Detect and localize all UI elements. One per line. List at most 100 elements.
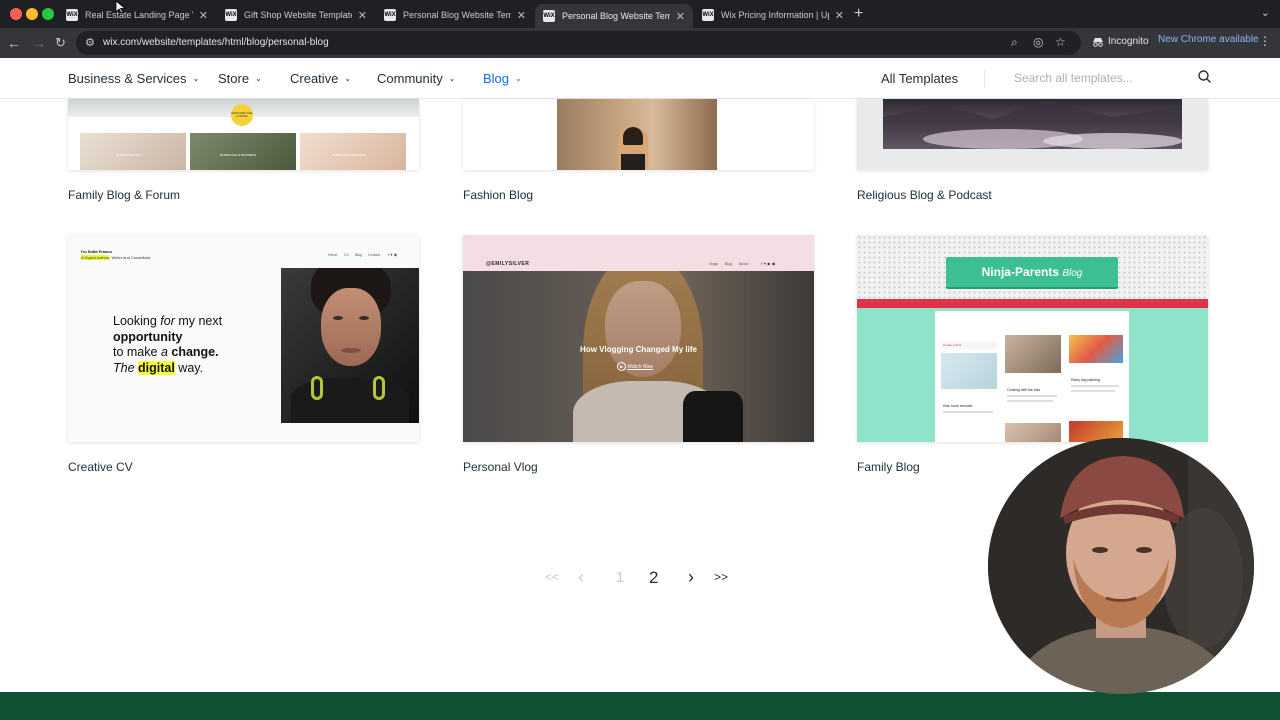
browser-tab[interactable]: WiX Personal Blog Website Templ ✕ [376, 4, 534, 26]
tab-label: Real Estate Landing Page We [85, 10, 193, 20]
address-bar[interactable]: ⚙ wix.com/website/templates/html/blog/pe… [76, 31, 1081, 55]
nav-label: Blog [483, 71, 510, 86]
all-templates-link[interactable]: All Templates [881, 71, 958, 86]
first-page-button[interactable]: << [545, 570, 559, 584]
close-tab-icon[interactable]: ✕ [358, 9, 367, 22]
nav-divider [984, 70, 985, 88]
close-tab-icon[interactable]: ✕ [199, 9, 208, 22]
vlog-nav-link: Vlogs [709, 262, 718, 266]
forum-tile-label: PARENTING TIPS [116, 153, 141, 157]
template-title[interactable]: Religious Blog & Podcast [857, 188, 992, 202]
vlog-headline: How Vlogging Changed My life [580, 345, 697, 354]
chevron-down-icon: ⌄ [344, 74, 352, 83]
wix-favicon-icon: WiX [225, 9, 237, 21]
vlog-watch-button: ▶ Watch Now [617, 362, 653, 371]
incognito-icon [1093, 37, 1103, 47]
next-page-button[interactable]: › [688, 567, 694, 588]
webcam-overlay [988, 438, 1254, 694]
post-title: Cooking with the kids [1007, 388, 1041, 392]
template-title[interactable]: Family Blog [857, 460, 920, 474]
mouse-cursor-icon [115, 0, 127, 14]
tab-label: Personal Blog Website Templ [562, 11, 670, 21]
reload-icon[interactable]: ↻ [55, 34, 66, 52]
footer-banner [0, 692, 1280, 720]
tab-label: Gift Shop Website Template | [244, 10, 352, 20]
close-tab-icon[interactable]: ✕ [517, 9, 526, 22]
incognito-label: Incognito [1108, 36, 1149, 47]
previous-page-button[interactable]: ‹ [578, 567, 584, 588]
forum-badge: EXPLORE THE FORUM [231, 104, 253, 126]
nav-community[interactable]: Community ⌄ [377, 71, 455, 86]
nav-store[interactable]: Store ⌄ [218, 71, 262, 86]
browser-toolbar: ← → ↻ ⚙ wix.com/website/templates/html/b… [0, 28, 1280, 58]
forum-tile-label: PARENTING & BUSINESS [220, 153, 257, 157]
presenter-video-image [988, 438, 1254, 694]
template-thumbnail-creative-cv[interactable]: I'm Sofia Franco A Digital Activist, Wri… [68, 235, 419, 442]
template-thumbnail-personal-vlog[interactable]: @EMILYSILVER Vlogs Blog About f ✦ ▶ ◉ Ho… [463, 235, 814, 442]
template-thumbnail-family-forum[interactable]: EXPLORE THE FORUM PARENTING TIPS PARENTI… [68, 99, 419, 170]
vlog-social-icons: f ✦ ▶ ◉ [761, 261, 776, 266]
nav-label: Store [218, 71, 250, 86]
template-thumbnail-fashion-blog[interactable] [463, 99, 814, 170]
template-title[interactable]: Personal Vlog [463, 460, 538, 474]
nav-business-services[interactable]: Business & Services ⌄ [68, 71, 199, 86]
nav-creative[interactable]: Creative ⌄ [290, 71, 351, 86]
update-chrome-button[interactable]: New Chrome available [1158, 34, 1259, 45]
play-icon: ▶ [617, 362, 626, 371]
back-arrow-icon[interactable]: ← [7, 34, 21, 52]
search-templates-input[interactable]: Search all templates... [1014, 71, 1133, 85]
ninja-banner: Ninja-Parents Blog [946, 257, 1118, 287]
maximize-window-button[interactable] [42, 8, 54, 20]
browser-tab[interactable]: WiX Wix Pricing Information | Upg ✕ [694, 4, 852, 26]
cv-header-sub: , Writer and Consultant. [109, 255, 152, 260]
bookmark-star-icon[interactable]: ☆ [1055, 35, 1066, 49]
close-tab-icon[interactable]: ✕ [676, 10, 685, 23]
search-icon[interactable] [1196, 68, 1214, 86]
chevron-down-icon: ⌄ [515, 74, 522, 83]
forum-tile-label: PARENTING TODDLERS [332, 153, 367, 157]
tab-search-chevron-icon[interactable]: ⌄ [1261, 6, 1270, 19]
browser-tab-bar: WiX Real Estate Landing Page We ✕ WiX Gi… [0, 0, 1280, 28]
template-title[interactable]: Fashion Blog [463, 188, 533, 202]
nav-label: Business & Services [68, 71, 187, 86]
wix-favicon-icon: WiX [543, 10, 555, 22]
browser-tab-active[interactable]: WiX Personal Blog Website Templ ✕ [535, 4, 693, 28]
cv-nav-link: Contact [368, 253, 381, 257]
zoom-icon[interactable]: ⌕ [1011, 35, 1018, 50]
post-title: Rainy day painting [1071, 378, 1100, 382]
eye-off-icon[interactable]: ◎ [1033, 35, 1043, 49]
page-2-current[interactable]: 2 [649, 568, 658, 588]
template-thumbnail-family-blog[interactable]: Ninja-Parents Blog Create a Post Kids ro… [857, 235, 1208, 442]
cv-nav-link: CV [344, 253, 349, 257]
chrome-menu-icon[interactable]: ⋮ [1259, 34, 1271, 48]
browser-tab[interactable]: WiX Gift Shop Website Template | ✕ [217, 4, 375, 26]
chevron-down-icon: ⌄ [448, 74, 456, 83]
chevron-down-icon: ⌄ [255, 74, 262, 83]
template-title[interactable]: Family Blog & Forum [68, 188, 180, 202]
close-tab-icon[interactable]: ✕ [835, 9, 844, 22]
minimize-window-button[interactable] [26, 8, 38, 20]
close-window-button[interactable] [10, 8, 22, 20]
incognito-indicator[interactable]: Incognito [1092, 36, 1149, 47]
create-post-button: Create a Post [941, 341, 997, 349]
nav-label: Community [377, 71, 443, 86]
wix-favicon-icon: WiX [384, 9, 396, 21]
chevron-down-icon: ⌄ [192, 74, 200, 83]
forward-arrow-icon[interactable]: → [32, 34, 46, 52]
nav-blog[interactable]: Blog ⌄ [483, 71, 522, 86]
cv-nav-link: Home [328, 253, 338, 257]
cv-header-name: I'm Sofia Franco [81, 249, 112, 254]
cv-portrait [281, 268, 419, 423]
template-title[interactable]: Creative CV [68, 460, 133, 474]
vlog-nav-link: Blog [725, 262, 733, 266]
template-thumbnail-religious-blog[interactable] [857, 99, 1208, 170]
new-tab-icon[interactable]: + [854, 5, 863, 23]
url-text: wix.com/website/templates/html/blog/pers… [103, 37, 329, 48]
site-settings-icon[interactable]: ⚙ [85, 36, 95, 49]
wix-favicon-icon: WiX [702, 9, 714, 21]
post-title: Kids room remodel [943, 404, 973, 408]
browser-tab[interactable]: WiX Real Estate Landing Page We ✕ [58, 4, 216, 26]
page-1-link[interactable]: 1 [616, 569, 624, 586]
cv-social-icons: f ♥ ◉ [388, 252, 398, 257]
last-page-button[interactable]: >> [714, 570, 728, 584]
